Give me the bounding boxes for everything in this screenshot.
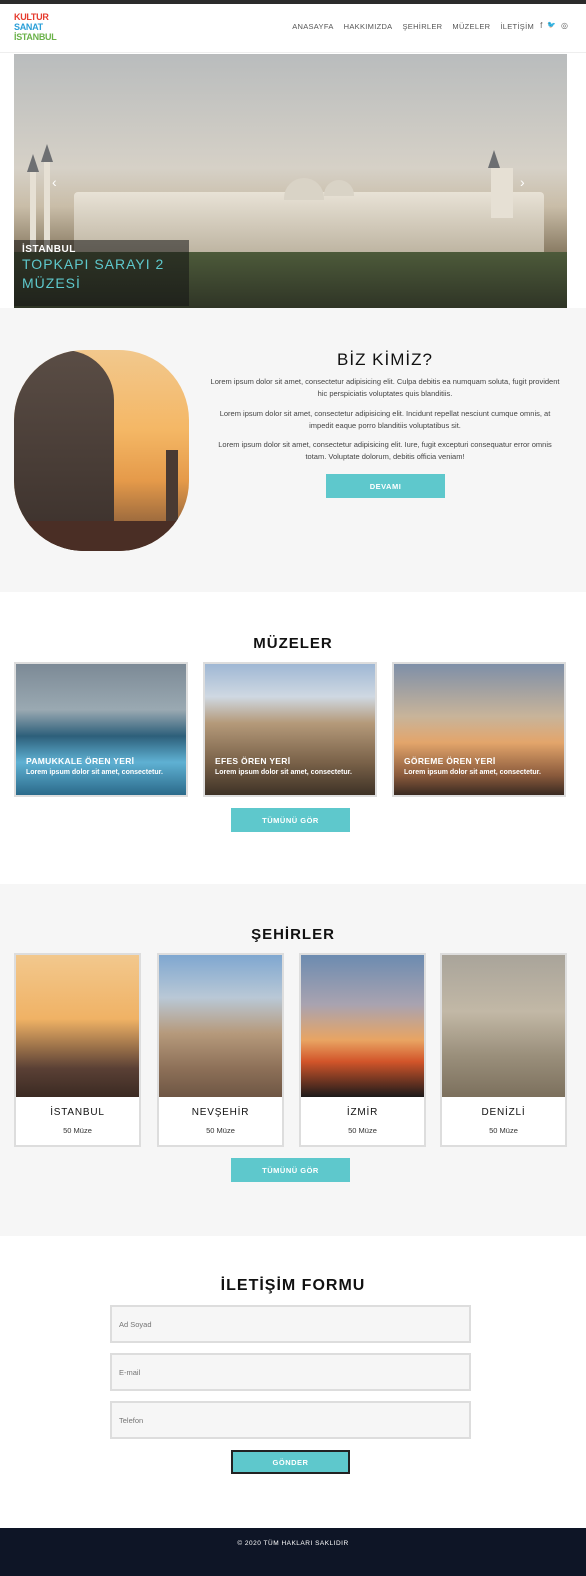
museum-card-title: PAMUKKALE ÖREN YERİ	[26, 756, 135, 766]
museum-card-pamukkale[interactable]: PAMUKKALE ÖREN YERİ Lorem ipsum dolor si…	[14, 662, 188, 797]
nav-item-museums[interactable]: MÜZELER	[452, 22, 490, 31]
nav-item-home[interactable]: ANASAYFA	[292, 22, 333, 31]
nav-item-cities[interactable]: ŞEHİRLER	[402, 22, 442, 31]
logo-line-2: SANAT	[14, 22, 43, 32]
contact-heading: İLETİŞİM FORMU	[220, 1277, 366, 1294]
submit-button[interactable]: GÖNDER	[231, 1450, 350, 1474]
city-card-name: İZMİR	[346, 1107, 379, 1118]
city-card-image	[16, 955, 139, 1097]
social-links: f 🐦 ◎	[540, 21, 568, 30]
hero-city: İSTANBUL	[22, 244, 76, 255]
city-card-count: 50 Müze	[348, 1126, 377, 1135]
city-card-izmir[interactable]: İZMİR 50 Müze	[299, 953, 426, 1147]
cities-see-all-button[interactable]: TÜMÜNÜ GÖR	[231, 1158, 350, 1182]
city-card-nevsehir[interactable]: NEVŞEHİR 50 Müze	[157, 953, 284, 1147]
main-nav: ANASAYFA HAKKIMIZDA ŞEHİRLER MÜZELER İLE…	[292, 22, 534, 31]
facebook-icon[interactable]: f	[540, 21, 542, 30]
city-card-count: 50 Müze	[489, 1126, 518, 1135]
city-card-image	[301, 955, 424, 1097]
copyright-text: © 2020 TÜM HAKLARI SAKLIDIR	[237, 1540, 349, 1547]
hero-image-tower	[488, 150, 513, 218]
museum-card-efes[interactable]: EFES ÖREN YERİ Lorem ipsum dolor sit ame…	[203, 662, 377, 797]
city-card-name: DENİZLİ	[481, 1107, 526, 1118]
city-card-count: 50 Müze	[63, 1126, 92, 1135]
city-card-name: İSTANBUL	[50, 1107, 105, 1118]
about-section: BİZ KİMİZ? Lorem ipsum dolor sit amet, c…	[0, 308, 586, 592]
about-image	[14, 350, 189, 551]
city-card-name: NEVŞEHİR	[191, 1107, 250, 1118]
hero-image-dome	[324, 180, 354, 196]
museum-card-title: EFES ÖREN YERİ	[215, 756, 291, 766]
city-card-image	[442, 955, 565, 1097]
site-logo[interactable]: KULTUR SANAT İSTANBUL	[14, 12, 60, 46]
logo-line-3: İSTANBUL	[14, 32, 57, 42]
phone-field[interactable]	[110, 1401, 471, 1439]
museum-card-desc: Lorem ipsum dolor sit amet, consectetur.	[26, 769, 163, 776]
navbar: KULTUR SANAT İSTANBUL ANASAYFA HAKKIMIZD…	[0, 4, 586, 53]
logo-line-1: KULTUR	[14, 12, 49, 22]
museum-card-desc: Lorem ipsum dolor sit amet, consectetur.	[404, 769, 541, 776]
museums-heading: MÜZELER	[253, 635, 333, 652]
city-card-count: 50 Müze	[206, 1126, 235, 1135]
hero-title-line-2: MÜZESİ	[22, 275, 81, 291]
city-card-denizli[interactable]: DENİZLİ 50 Müze	[440, 953, 567, 1147]
nav-item-contact[interactable]: İLETİŞİM	[500, 22, 534, 31]
hero-image-dome	[284, 178, 324, 200]
about-heading: BİZ KİMİZ?	[337, 350, 433, 369]
hero-prev-arrow[interactable]: ‹	[52, 174, 57, 190]
email-field[interactable]	[110, 1353, 471, 1391]
name-field[interactable]	[110, 1305, 471, 1343]
about-paragraph-1: Lorem ipsum dolor sit amet, consectetur …	[210, 377, 560, 398]
museum-card-goreme[interactable]: GÖREME ÖREN YERİ Lorem ipsum dolor sit a…	[392, 662, 566, 797]
about-paragraph-2: Lorem ipsum dolor sit amet, consectetur …	[219, 409, 551, 430]
museums-see-all-button[interactable]: TÜMÜNÜ GÖR	[231, 808, 350, 832]
hero-caption: İSTANBUL TOPKAPI SARAYI 2 MÜZESİ	[14, 240, 189, 306]
museum-card-title: GÖREME ÖREN YERİ	[404, 756, 496, 766]
city-card-image	[159, 955, 282, 1097]
about-paragraph-3: Lorem ipsum dolor sit amet, consectetur …	[218, 440, 552, 461]
hero-title-line-1: TOPKAPI SARAYI 2	[22, 256, 165, 272]
footer: © 2020 TÜM HAKLARI SAKLIDIR	[0, 1528, 586, 1576]
twitter-icon[interactable]: 🐦	[547, 21, 556, 30]
city-card-istanbul[interactable]: İSTANBUL 50 Müze	[14, 953, 141, 1147]
instagram-icon[interactable]: ◎	[561, 21, 568, 30]
about-image-roof	[14, 521, 189, 551]
museum-card-desc: Lorem ipsum dolor sit amet, consectetur.	[215, 769, 352, 776]
about-more-button[interactable]: DEVAMI	[326, 474, 445, 498]
hero-next-arrow[interactable]: ›	[520, 174, 525, 190]
nav-item-about[interactable]: HAKKIMIZDA	[344, 22, 393, 31]
cities-heading: ŞEHİRLER	[251, 926, 335, 943]
